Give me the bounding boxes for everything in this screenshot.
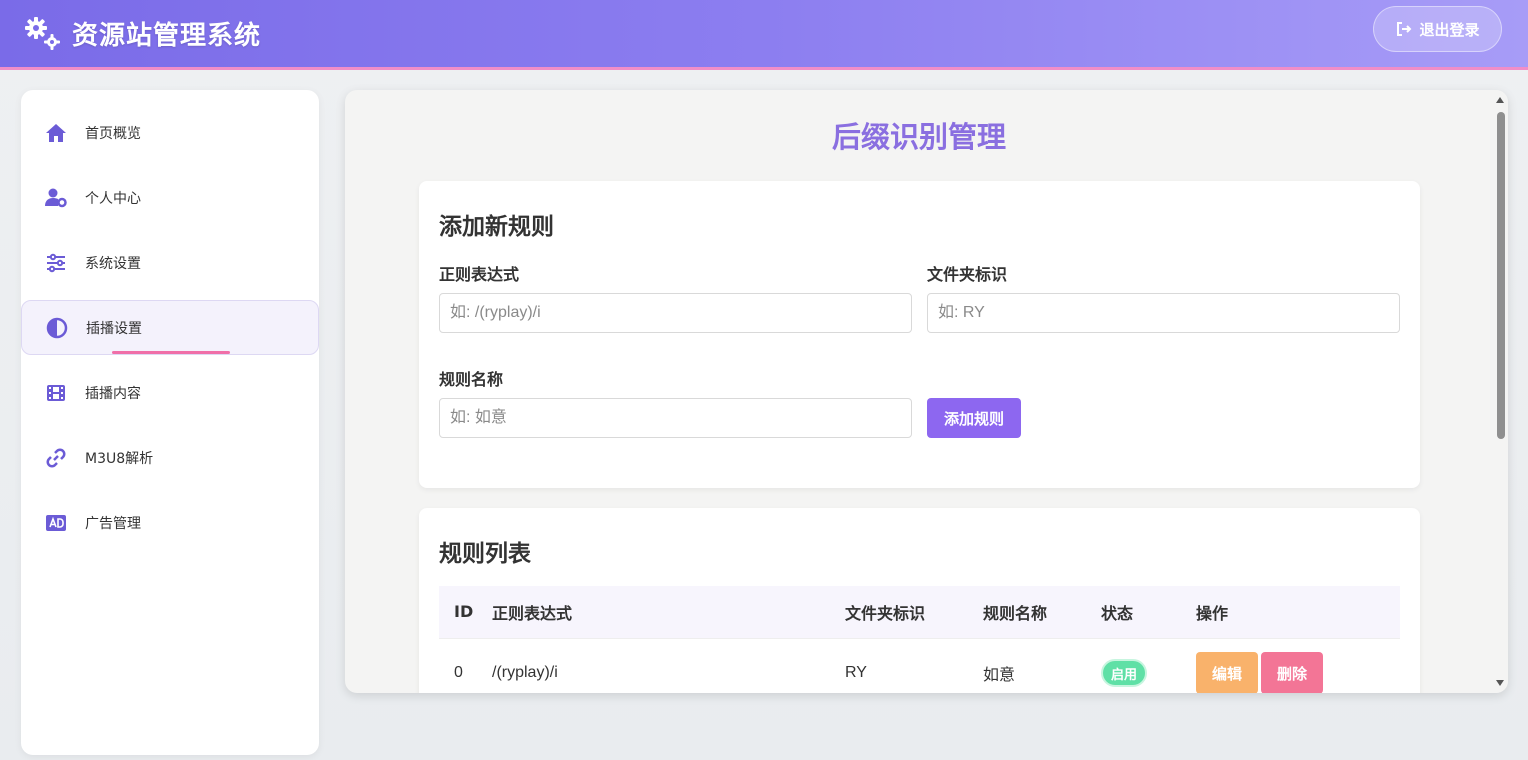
rule-list-card: 规则列表 ID 正则表达式 文件夹标识 规则名称 状态 操作 0 /(rypla…	[419, 508, 1420, 693]
sidebar-item-m3u8[interactable]: M3U8解析	[21, 430, 319, 485]
active-indicator	[112, 351, 230, 354]
logout-label: 退出登录	[1419, 20, 1480, 39]
regex-label: 正则表达式	[439, 265, 520, 284]
cell-name: 如意	[983, 667, 1016, 685]
sidebar-item-label: 首页概览	[85, 125, 141, 142]
column-header-actions: 操作	[1196, 603, 1229, 623]
column-header-name: 规则名称	[983, 603, 1048, 623]
page-title: 后缀识别管理	[831, 120, 1006, 154]
cell-actions: 编辑 删除	[1196, 638, 1400, 693]
logout-button[interactable]: 退出登录	[1373, 6, 1502, 52]
sliders-icon	[45, 252, 67, 274]
table-row: 0 /(ryplay)/i RY 如意 启用 编辑 删除	[439, 638, 1400, 693]
scroll-up-arrow-icon[interactable]	[1496, 97, 1504, 103]
sidebar-item-label: M3U8解析	[85, 450, 154, 467]
add-rule-heading: 添加新规则	[439, 214, 554, 240]
rule-name-input[interactable]	[439, 398, 912, 438]
scroll-down-arrow-icon[interactable]	[1496, 680, 1504, 686]
main-panel: 后缀识别管理 添加新规则 正则表达式 文件夹标识 规则名称 添加规则 规则列表 …	[345, 90, 1508, 693]
link-icon	[45, 447, 67, 469]
cell-status: 启用	[1101, 638, 1196, 693]
brand: 资源站管理系统	[24, 15, 261, 52]
rule-list-heading: 规则列表	[439, 541, 531, 567]
folder-label: 文件夹标识	[927, 265, 1008, 284]
top-header: 资源站管理系统 退出登录	[0, 0, 1528, 70]
cell-folder: RY	[845, 664, 867, 682]
sidebar-item-home[interactable]: 首页概览	[21, 105, 319, 160]
delete-button[interactable]: 删除	[1261, 652, 1323, 693]
ad-icon	[45, 512, 67, 534]
half-circle-icon	[46, 317, 68, 339]
edit-button[interactable]: 编辑	[1196, 652, 1258, 693]
user-gear-icon	[45, 187, 67, 209]
status-badge: 启用	[1101, 659, 1148, 688]
regex-input[interactable]	[439, 293, 912, 333]
rule-name-label: 规则名称	[439, 370, 504, 389]
sidebar-item-ads[interactable]: 广告管理	[21, 495, 319, 550]
column-header-status: 状态	[1101, 603, 1134, 623]
table-header-row: ID 正则表达式 文件夹标识 规则名称 状态 操作	[439, 586, 1400, 638]
home-icon	[45, 122, 67, 144]
folder-input[interactable]	[927, 293, 1400, 333]
column-header-id: ID	[454, 602, 474, 622]
scrollbar-thumb[interactable]	[1497, 112, 1505, 439]
column-header-folder: 文件夹标识	[845, 603, 926, 623]
sidebar-item-profile[interactable]: 个人中心	[21, 170, 319, 225]
sidebar-item-label: 广告管理	[85, 515, 141, 532]
sidebar-item-insert-content[interactable]: 插播内容	[21, 365, 319, 420]
app-title: 资源站管理系统	[72, 21, 262, 51]
sidebar-item-label: 系统设置	[85, 255, 141, 272]
film-icon	[45, 382, 67, 404]
add-rule-button[interactable]: 添加规则	[927, 398, 1021, 438]
gears-icon	[25, 16, 60, 50]
cell-id: 0	[454, 664, 463, 682]
sidebar-item-label: 个人中心	[85, 190, 141, 207]
sidebar-item-label: 插播内容	[85, 385, 141, 402]
vertical-scrollbar[interactable]	[1493, 90, 1508, 693]
sidebar-item-label: 插播设置	[86, 320, 142, 337]
sidebar-item-insert-settings[interactable]: 插播设置	[21, 300, 319, 355]
cell-regex: /(ryplay)/i	[492, 664, 558, 682]
rule-table: ID 正则表达式 文件夹标识 规则名称 状态 操作 0 /(ryplay)/i …	[439, 586, 1400, 693]
add-rule-card: 添加新规则 正则表达式 文件夹标识 规则名称 添加规则	[419, 181, 1420, 488]
sign-out-icon	[1397, 22, 1412, 36]
sidebar: 首页概览 个人中心 系统设置 插播设置 插播内容 M3U8解析 广告管理	[21, 90, 319, 755]
column-header-regex: 正则表达式	[492, 603, 573, 623]
sidebar-item-system-settings[interactable]: 系统设置	[21, 235, 319, 290]
